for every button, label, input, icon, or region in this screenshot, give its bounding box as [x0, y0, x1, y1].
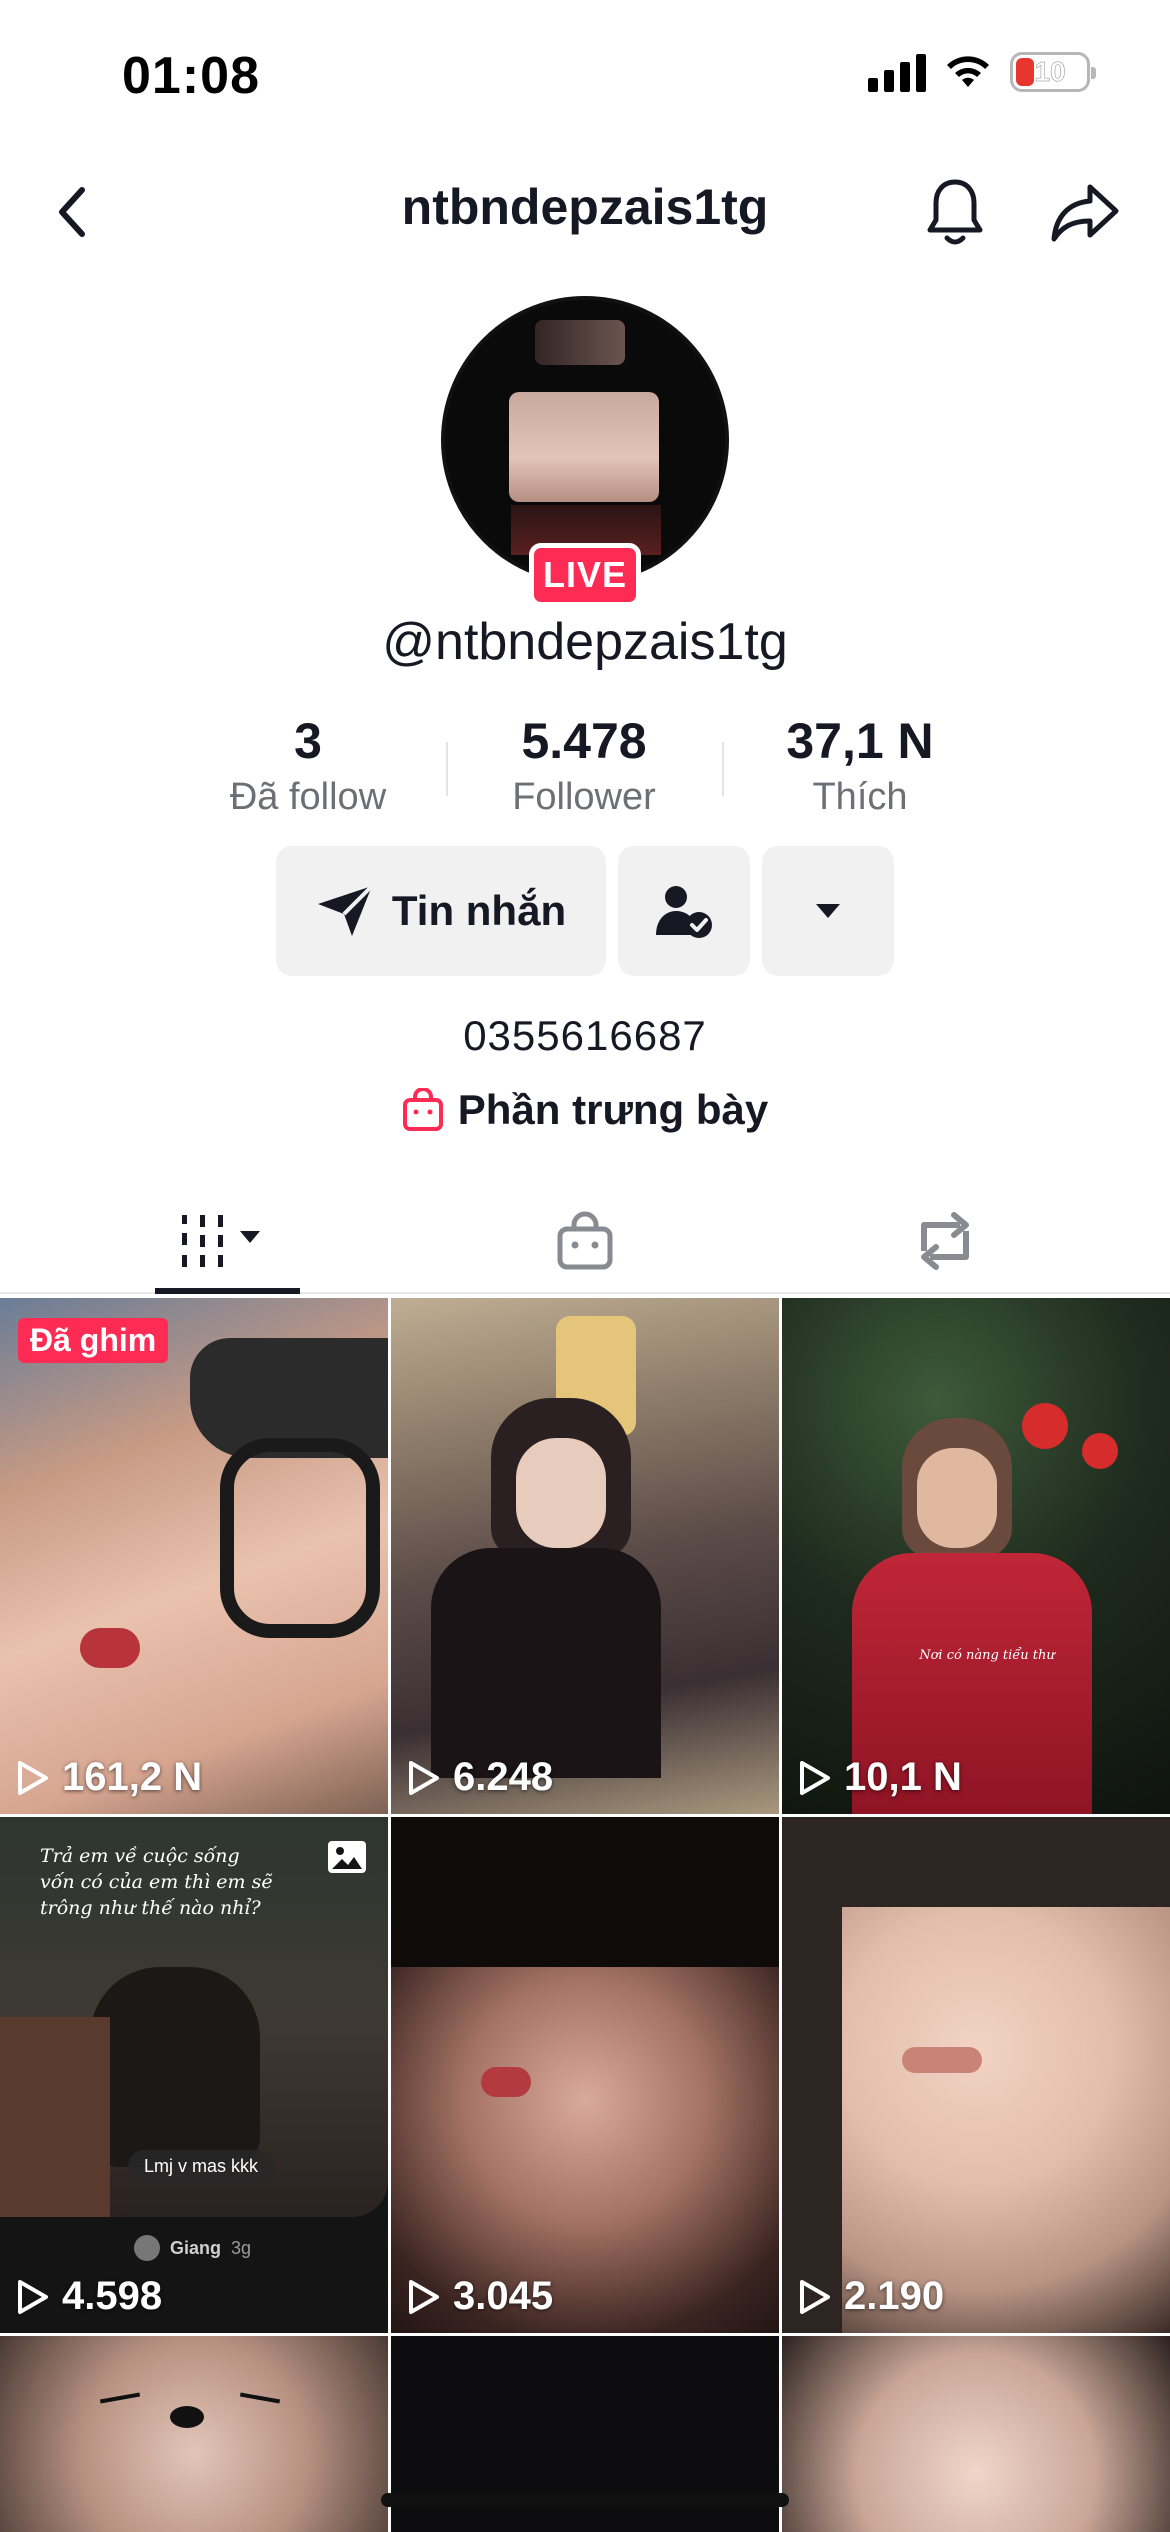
play-outline-icon	[409, 2279, 439, 2314]
view-count-text: 10,1 N	[844, 1755, 962, 1799]
pinned-badge: Đã ghim	[18, 1318, 169, 1363]
battery-level: 10	[1034, 56, 1066, 88]
play-outline-icon	[800, 1760, 830, 1795]
status-bar: 01:08 10	[0, 0, 1170, 150]
message-button[interactable]: Tin nhắn	[276, 846, 606, 976]
page-title: ntbndepzais1tg	[401, 179, 769, 235]
cellular-signal-icon	[868, 52, 926, 92]
view-count-text: 4.598	[62, 2274, 163, 2318]
repost-author: Giang 3g	[134, 2235, 251, 2261]
shopping-bag-icon	[557, 1211, 613, 1270]
suggested-accounts-button[interactable]	[762, 846, 894, 976]
video-thumbnail[interactable]	[782, 2336, 1170, 2532]
view-count-text: 161,2 N	[62, 1755, 203, 1799]
video-thumbnail[interactable]: Đã ghim 161,2 N	[0, 1298, 388, 1814]
videos-grid-icon	[181, 1215, 260, 1267]
play-outline-icon	[800, 2279, 830, 2314]
view-count-text: 3.045	[453, 2274, 554, 2318]
video-thumbnail[interactable]	[0, 2336, 388, 2532]
showcase-label: Phần trưng bày	[457, 1086, 769, 1133]
video-thumbnail[interactable]: 3.045	[391, 1817, 779, 2333]
followers-label: Follower	[512, 776, 656, 818]
view-count: 2.190	[798, 2274, 944, 2319]
avatar[interactable]	[441, 296, 729, 584]
tab-reposts[interactable]	[880, 1188, 1010, 1294]
likes-stat[interactable]: 37,1 N Thích	[750, 712, 970, 819]
followers-stat[interactable]: 5.478 Follower	[474, 712, 694, 819]
view-count: 161,2 N	[16, 1755, 202, 1800]
send-icon	[317, 884, 374, 936]
tab-shop[interactable]	[520, 1188, 650, 1294]
video-caption: Trả em về cuộc sống vốn có của em thì em…	[40, 1845, 273, 1919]
wifi-icon	[947, 56, 989, 87]
stat-divider	[722, 742, 724, 796]
photo-icon	[328, 1841, 366, 1873]
video-caption: Nơi có nàng tiểu thư	[919, 1648, 1055, 1663]
status-icons: 10	[868, 52, 1096, 92]
author-name: Giang	[170, 2237, 222, 2258]
view-count: 10,1 N	[798, 1755, 962, 1800]
shopping-bag-icon	[402, 1088, 443, 1131]
share-button[interactable]	[1045, 172, 1125, 252]
status-time: 01:08	[122, 47, 260, 105]
caret-down-icon	[816, 904, 840, 918]
following-label: Đã follow	[229, 776, 387, 818]
play-outline-icon	[18, 2279, 48, 2314]
following-status-button[interactable]	[618, 846, 750, 976]
battery-icon: 10	[1010, 52, 1096, 92]
play-outline-icon	[18, 1760, 48, 1795]
active-tab-indicator	[155, 1288, 300, 1294]
view-count: 3.045	[407, 2274, 553, 2319]
following-count: 3	[294, 713, 322, 769]
bell-icon	[927, 179, 983, 245]
followers-count: 5.478	[521, 713, 647, 769]
profile-tabs	[0, 1188, 1170, 1294]
user-check-icon	[656, 886, 712, 938]
profile-stats: 3 Đã follow 5.478 Follower 37,1 N Thích	[0, 712, 1170, 822]
showcase-link[interactable]: Phần trưng bày	[0, 1086, 1170, 1134]
live-badge[interactable]: LIVE	[529, 543, 641, 607]
view-count-text: 6.248	[453, 1755, 554, 1799]
inner-caption: Lmj v mas kkk	[128, 2150, 275, 2183]
video-thumbnail[interactable]: Trả em về cuộc sống vốn có của em thì em…	[0, 1817, 388, 2333]
following-stat[interactable]: 3 Đã follow	[198, 712, 418, 819]
profile-header: ntbndepzais1tg	[0, 160, 1170, 260]
notification-button[interactable]	[920, 172, 990, 252]
home-indicator[interactable]	[381, 2493, 789, 2507]
bio-text: 0355616687	[463, 1012, 707, 1059]
author-avatar	[134, 2235, 160, 2261]
stat-divider	[446, 742, 448, 796]
likes-label: Thích	[812, 776, 908, 818]
likes-count: 37,1 N	[786, 713, 934, 769]
video-thumbnail[interactable]: 6.248	[391, 1298, 779, 1814]
repost-icon	[921, 1212, 969, 1270]
video-thumbnail[interactable]: 2.190	[782, 1817, 1170, 2333]
author-time: 3g	[231, 2237, 252, 2258]
view-count: 4.598	[16, 2274, 162, 2319]
video-thumbnail[interactable]: Nơi có nàng tiểu thư 10,1 N	[782, 1298, 1170, 1814]
message-button-label: Tin nhắn	[391, 887, 567, 934]
view-count-text: 2.190	[844, 2274, 945, 2318]
view-count: 6.248	[407, 1755, 553, 1800]
play-outline-icon	[409, 1760, 439, 1795]
share-arrow-icon	[1051, 184, 1119, 242]
tab-videos[interactable]	[155, 1188, 300, 1294]
username: @ntbndepzais1tg	[382, 613, 788, 671]
